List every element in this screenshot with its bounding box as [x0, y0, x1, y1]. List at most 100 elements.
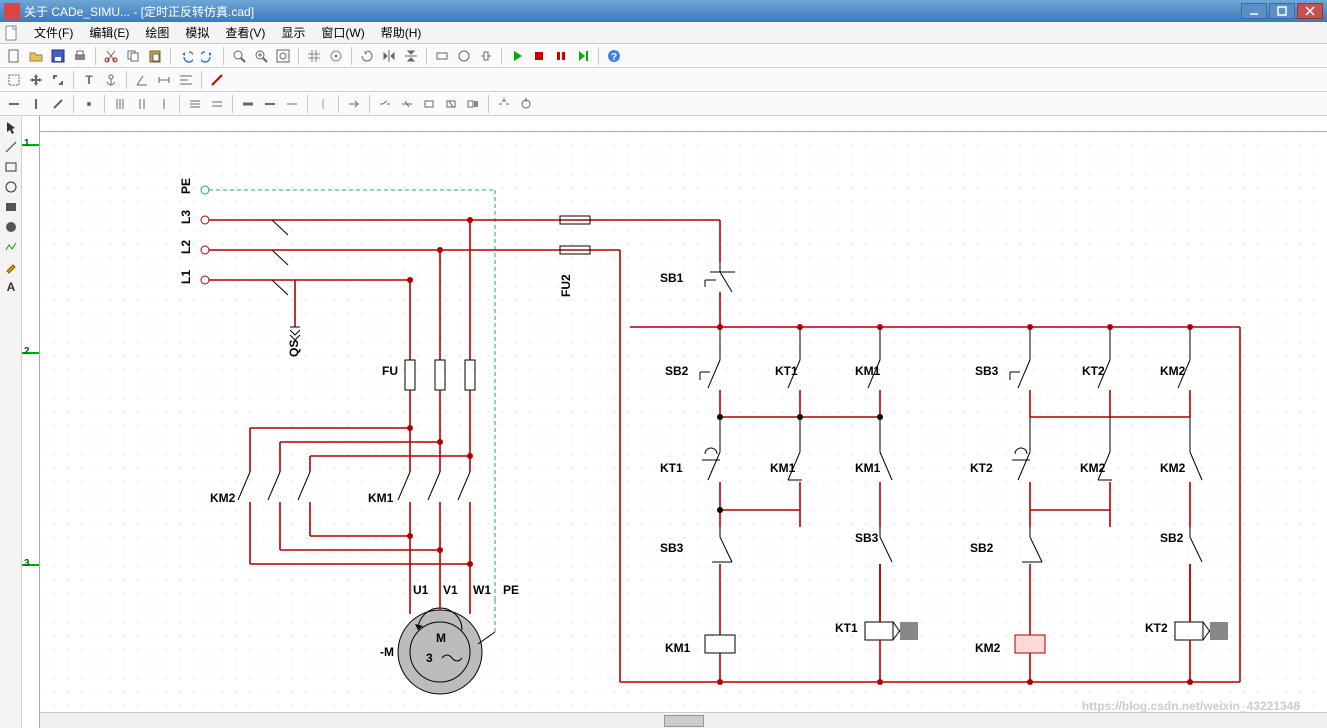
window-title: 关于 CADe_SIMU... - [定时正反转仿真.cad]: [24, 3, 1241, 20]
svg-text:KT1: KT1: [660, 461, 683, 475]
mirror-h-icon[interactable]: [379, 46, 399, 66]
vertical-ruler: 1 2 3: [22, 116, 40, 728]
component-b-icon[interactable]: [454, 46, 474, 66]
sym-pb-icon[interactable]: [494, 94, 514, 114]
minimize-button[interactable]: [1241, 3, 1267, 19]
sym-extra1-icon[interactable]: [313, 94, 333, 114]
svg-text:-M: -M: [380, 645, 394, 659]
svg-text:KM2: KM2: [1160, 461, 1186, 475]
menu-help[interactable]: 帮助(H): [373, 22, 430, 43]
sym-nc-icon[interactable]: [397, 94, 417, 114]
svg-text:KM1: KM1: [770, 461, 796, 475]
fillrect-icon[interactable]: [2, 198, 20, 216]
pause-icon[interactable]: [551, 46, 571, 66]
menu-simulate[interactable]: 模拟: [177, 22, 217, 43]
schematic-svg: PE L3 L2 L1: [40, 132, 1320, 728]
save-icon[interactable]: [48, 46, 68, 66]
circle-icon[interactable]: [2, 178, 20, 196]
new-icon[interactable]: [4, 46, 24, 66]
svg-text:L2: L2: [179, 240, 193, 254]
rect-icon[interactable]: [2, 158, 20, 176]
move-icon[interactable]: [26, 70, 46, 90]
angle-icon[interactable]: [132, 70, 152, 90]
stop-icon[interactable]: [529, 46, 549, 66]
svg-text:SB2: SB2: [665, 364, 689, 378]
undo-icon[interactable]: [176, 46, 196, 66]
play-icon[interactable]: [507, 46, 527, 66]
sym-thin-icon[interactable]: [282, 94, 302, 114]
svg-text:KM1: KM1: [665, 641, 691, 655]
sym-timer-icon[interactable]: [441, 94, 461, 114]
scale-icon[interactable]: [48, 70, 68, 90]
sym-bars2-icon[interactable]: [132, 94, 152, 114]
sym-coil-icon[interactable]: [419, 94, 439, 114]
horizontal-scrollbar[interactable]: [40, 712, 1327, 728]
sym-pb2-icon[interactable]: [516, 94, 536, 114]
menu-edit[interactable]: 编辑(E): [81, 22, 137, 43]
sym-line-icon[interactable]: [4, 94, 24, 114]
svg-text:SB1: SB1: [660, 271, 684, 285]
maximize-button[interactable]: [1269, 3, 1295, 19]
sym-thick-icon[interactable]: [238, 94, 258, 114]
sym-med-icon[interactable]: [260, 94, 280, 114]
svg-text:KT2: KT2: [1145, 621, 1168, 635]
sym-arrow-icon[interactable]: [344, 94, 364, 114]
text-tool-icon[interactable]: A: [2, 278, 20, 296]
menu-draw[interactable]: 绘图: [137, 22, 177, 43]
title-bar: 关于 CADe_SIMU... - [定时正反转仿真.cad]: [0, 0, 1327, 22]
zoom-in-icon[interactable]: [251, 46, 271, 66]
open-icon[interactable]: [26, 46, 46, 66]
menu-view[interactable]: 查看(V): [217, 22, 273, 43]
svg-text:KM1: KM1: [855, 461, 881, 475]
zoom-fit-icon[interactable]: [273, 46, 293, 66]
copy-icon[interactable]: [123, 46, 143, 66]
svg-text:L3: L3: [179, 210, 193, 224]
canvas-area[interactable]: PE L3 L2 L1: [40, 116, 1327, 728]
component-c-icon[interactable]: [476, 46, 496, 66]
wire-tool-icon[interactable]: [207, 70, 227, 90]
sym-hbars2-icon[interactable]: [207, 94, 227, 114]
select-rect-icon[interactable]: [4, 70, 24, 90]
sym-vline-icon[interactable]: [26, 94, 46, 114]
svg-text:3: 3: [426, 651, 433, 665]
grid-icon[interactable]: [304, 46, 324, 66]
zoom-icon[interactable]: [229, 46, 249, 66]
line-icon[interactable]: [2, 138, 20, 156]
paste-icon[interactable]: [145, 46, 165, 66]
fillcircle-icon[interactable]: [2, 218, 20, 236]
menu-file[interactable]: 文件(F): [26, 22, 81, 43]
symbols-toolbar: [0, 92, 1327, 116]
text-icon[interactable]: T: [79, 70, 99, 90]
snap-icon[interactable]: [326, 46, 346, 66]
sym-hbars-icon[interactable]: [185, 94, 205, 114]
sym-diag-icon[interactable]: [48, 94, 68, 114]
dimension-icon[interactable]: [154, 70, 174, 90]
sym-contact-icon[interactable]: [375, 94, 395, 114]
component-a-icon[interactable]: [432, 46, 452, 66]
document-icon: [4, 25, 20, 41]
align-icon[interactable]: [176, 70, 196, 90]
sym-dot-icon[interactable]: [79, 94, 99, 114]
pen-icon[interactable]: [2, 258, 20, 276]
anchor-icon[interactable]: [101, 70, 121, 90]
redo-icon[interactable]: [198, 46, 218, 66]
sym-bar3-icon[interactable]: [154, 94, 174, 114]
standard-toolbar: ?: [0, 44, 1327, 68]
rotate-icon[interactable]: [357, 46, 377, 66]
app-icon: [4, 3, 20, 19]
close-button[interactable]: [1297, 3, 1323, 19]
svg-text:KT2: KT2: [1082, 364, 1105, 378]
menu-window[interactable]: 窗口(W): [313, 22, 372, 43]
svg-text:SB2: SB2: [1160, 531, 1184, 545]
help-icon[interactable]: ?: [604, 46, 624, 66]
step-icon[interactable]: [573, 46, 593, 66]
polyline-icon[interactable]: [2, 238, 20, 256]
cut-icon[interactable]: [101, 46, 121, 66]
menu-display[interactable]: 显示: [273, 22, 313, 43]
pointer-icon[interactable]: [2, 118, 20, 136]
sym-bars1-icon[interactable]: [110, 94, 130, 114]
print-icon[interactable]: [70, 46, 90, 66]
sym-relay-icon[interactable]: [463, 94, 483, 114]
mirror-v-icon[interactable]: [401, 46, 421, 66]
svg-text:SB3: SB3: [855, 531, 879, 545]
